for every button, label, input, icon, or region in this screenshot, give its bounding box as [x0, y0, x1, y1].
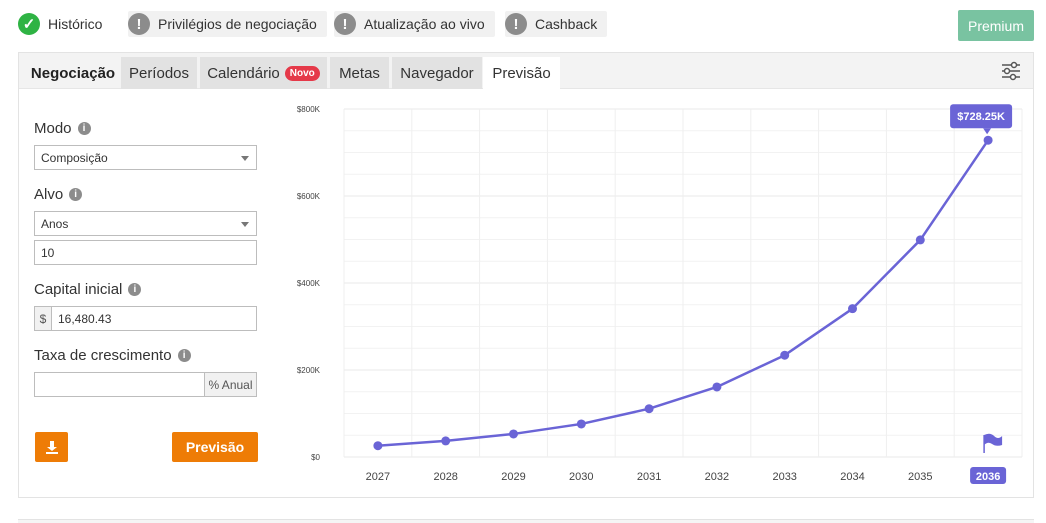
x-tick-label: 2030: [569, 471, 593, 483]
status-label: Atualização ao vivo: [364, 16, 485, 32]
alvo-label-row: Alvo i: [34, 186, 83, 203]
x-tick-label: 2028: [433, 471, 457, 483]
data-point: [576, 419, 586, 429]
settings-sliders-icon[interactable]: [999, 59, 1023, 83]
y-tick-label: $200K: [297, 366, 321, 375]
taxa-label-row: Taxa de crescimento i: [34, 347, 191, 364]
data-point: [915, 235, 925, 245]
tab-label: Negociação: [30, 64, 116, 82]
exclamation-circle-icon: !: [505, 13, 527, 35]
new-badge: Novo: [284, 65, 320, 81]
main-panel: Negociação Períodos Calendário Novo Metas…: [18, 52, 1034, 498]
capital-value: 16,480.43: [58, 311, 112, 326]
status-label: Histórico: [48, 16, 103, 32]
status-cashback[interactable]: ! Cashback: [505, 11, 608, 37]
taxa-input[interactable]: [34, 372, 205, 397]
exclamation-circle-icon: !: [128, 13, 150, 35]
y-tick-label: $400K: [297, 279, 321, 288]
status-label: Cashback: [535, 16, 598, 32]
forecast-chart: $0 $200K $400K $600K $800K 2027 2028 2029 2030 20…: [297, 104, 1023, 484]
value-label: $728.25K: [957, 111, 1005, 123]
percent-suffix: % Anual: [204, 372, 257, 397]
tab-label: Calendário: [207, 64, 280, 82]
data-point: [983, 135, 993, 145]
capital-input[interactable]: 16,480.43: [51, 306, 257, 331]
alvo-label: Alvo: [34, 186, 64, 203]
tab-periodos[interactable]: Períodos: [121, 57, 197, 89]
y-tick-label: $0: [311, 453, 320, 462]
x-tick-label: 2036: [976, 471, 1000, 483]
x-tick-label: 2031: [637, 471, 661, 483]
info-icon[interactable]: i: [69, 188, 83, 201]
download-icon: [45, 441, 58, 454]
data-point: [509, 429, 518, 439]
y-tick-label: $800K: [297, 105, 321, 114]
chevron-down-icon: [241, 156, 249, 161]
tab-label: Períodos: [128, 64, 190, 82]
modo-label-row: Modo i: [34, 120, 91, 137]
premium-button[interactable]: Premium: [958, 10, 1034, 41]
chevron-down-icon: [241, 222, 249, 227]
forecast-button[interactable]: Previsão: [172, 432, 258, 462]
status-privilegios[interactable]: ! Privilégios de negociação: [128, 11, 327, 37]
tab-label: Metas: [339, 64, 380, 82]
alvo-select[interactable]: Anos: [34, 211, 257, 236]
data-point: [712, 382, 722, 392]
alvo-value: Anos: [41, 216, 69, 231]
data-point: [373, 441, 383, 451]
x-tick-label: 2032: [705, 471, 729, 483]
x-tick-label: 2034: [840, 471, 864, 483]
alvo-years-input[interactable]: 10: [34, 240, 257, 265]
x-tick-label: 2027: [366, 471, 390, 483]
alvo-years-value: 10: [41, 245, 55, 260]
tab-navegador[interactable]: Navegador: [392, 57, 482, 89]
tab-bar: Negociação Períodos Calendário Novo Metas…: [19, 53, 1033, 89]
taxa-label: Taxa de crescimento: [34, 347, 172, 364]
tab-negociacao[interactable]: Negociação: [24, 57, 122, 89]
x-tick-label: 2033: [772, 471, 796, 483]
data-point: [780, 350, 790, 360]
status-label: Privilégios de negociação: [158, 16, 317, 32]
status-atualizacao[interactable]: ! Atualização ao vivo: [334, 11, 495, 37]
data-point: [848, 304, 857, 314]
data-point: [441, 436, 451, 446]
modo-value: Composição: [41, 150, 108, 165]
x-tick-label: 2035: [908, 471, 932, 483]
info-icon[interactable]: i: [177, 349, 191, 362]
bottom-panel-edge: [18, 519, 1034, 523]
exclamation-circle-icon: !: [334, 13, 356, 35]
x-tick-label: 2029: [501, 471, 525, 483]
tab-previsao[interactable]: Previsão: [483, 57, 560, 89]
capital-label-row: Capital inicial i: [34, 281, 142, 298]
currency-prefix: $: [34, 306, 52, 331]
info-icon[interactable]: i: [77, 122, 91, 135]
tab-label: Navegador: [400, 64, 474, 82]
capital-label: Capital inicial: [34, 281, 123, 298]
data-point: [644, 404, 654, 414]
status-historico[interactable]: ✓ Histórico: [18, 11, 112, 37]
modo-select[interactable]: Composição: [34, 145, 257, 170]
modo-label: Modo: [34, 120, 72, 137]
tab-calendario[interactable]: Calendário Novo: [200, 57, 327, 89]
check-circle-icon: ✓: [18, 13, 40, 35]
tab-metas[interactable]: Metas: [330, 57, 389, 89]
tab-label: Previsão: [492, 64, 551, 82]
y-tick-label: $600K: [297, 192, 321, 201]
info-icon[interactable]: i: [128, 283, 142, 296]
download-button[interactable]: [35, 432, 68, 462]
top-status-bar: ✓ Histórico ! Privilégios de negociação …: [0, 0, 1046, 50]
